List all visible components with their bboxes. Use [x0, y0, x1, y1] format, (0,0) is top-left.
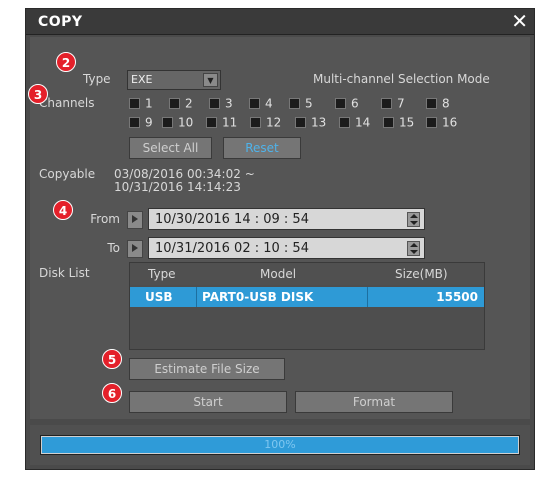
checkbox-icon [129, 98, 140, 109]
progress-bar: 100% [40, 435, 520, 455]
type-select-value: EXE [131, 73, 153, 86]
callout-marker-3: 3 [28, 84, 48, 104]
from-time-field[interactable]: 10/30/2016 14 : 09 : 54 [127, 208, 425, 230]
callout-marker-4: 4 [53, 200, 73, 220]
checkbox-icon [295, 117, 306, 128]
estimate-file-size-button[interactable]: Estimate File Size [129, 358, 285, 380]
checkbox-icon [129, 117, 140, 128]
checkbox-icon [383, 117, 394, 128]
column-header-type: Type [148, 267, 176, 281]
multi-channel-mode-label: Multi-channel Selection Mode [313, 72, 490, 86]
channel-checkbox-13[interactable]: 13 [295, 115, 326, 130]
chevron-down-icon[interactable]: ▼ [203, 73, 218, 87]
channel-checkbox-7[interactable]: 7 [381, 96, 405, 111]
disk-list-label: Disk List [39, 266, 90, 280]
checkbox-icon [249, 98, 260, 109]
column-divider [196, 287, 197, 307]
flag-icon[interactable] [127, 211, 143, 229]
column-header-model: Model [260, 267, 297, 281]
callout-marker-2: 2 [56, 52, 76, 72]
channel-checkbox-14[interactable]: 14 [339, 115, 370, 130]
dialog-title: COPY [38, 14, 83, 30]
disk-list-header: Type Model Size(MB) [130, 263, 484, 285]
progress-area: 100% [30, 425, 530, 465]
channel-checkbox-9[interactable]: 9 [129, 115, 153, 130]
to-time-value: 10/31/2016 02 : 10 : 54 [155, 241, 309, 256]
copy-dialog: COPY ✕ Type EXE ▼ Multi-channel Selectio… [25, 8, 535, 470]
title-bar: COPY ✕ [26, 9, 534, 35]
checkbox-icon [426, 117, 437, 128]
checkbox-icon [339, 117, 350, 128]
checkbox-icon [335, 98, 346, 109]
disk-type-cell: USB [145, 290, 173, 304]
channel-checkbox-6[interactable]: 6 [335, 96, 359, 111]
reset-button[interactable]: Reset [223, 137, 301, 159]
to-time-field[interactable]: 10/31/2016 02 : 10 : 54 [127, 237, 425, 259]
from-label: From [90, 212, 120, 226]
channel-checkbox-5[interactable]: 5 [289, 96, 313, 111]
type-label: Type [83, 72, 111, 86]
checkbox-icon [250, 117, 261, 128]
type-select[interactable]: EXE ▼ [127, 70, 221, 90]
checkbox-icon [289, 98, 300, 109]
callout-marker-6: 6 [102, 383, 122, 403]
channel-checkbox-8[interactable]: 8 [426, 96, 450, 111]
start-button[interactable]: Start [129, 391, 287, 413]
channel-checkbox-11[interactable]: 11 [206, 115, 237, 130]
spinner-icon[interactable] [407, 212, 420, 227]
format-button[interactable]: Format [295, 391, 453, 413]
channel-checkbox-4[interactable]: 4 [249, 96, 273, 111]
channel-checkbox-10[interactable]: 10 [162, 115, 193, 130]
flag-icon[interactable] [127, 240, 143, 258]
column-divider [367, 287, 368, 307]
channel-checkbox-16[interactable]: 16 [426, 115, 457, 130]
copyable-start-time: 03/08/2016 00:34:02 ~ [114, 167, 255, 181]
copyable-label: Copyable [39, 167, 96, 181]
checkbox-icon [209, 98, 220, 109]
channels-label: Channels [39, 96, 95, 110]
close-icon[interactable]: ✕ [511, 10, 528, 32]
progress-label: 100% [264, 438, 296, 451]
column-header-size: Size(MB) [395, 267, 448, 281]
channel-checkbox-3[interactable]: 3 [209, 96, 233, 111]
checkbox-icon [162, 117, 173, 128]
callout-marker-5: 5 [102, 349, 122, 369]
spinner-icon[interactable] [407, 241, 420, 256]
to-label: To [107, 241, 120, 255]
checkbox-icon [381, 98, 392, 109]
disk-size-cell: 15500 [436, 290, 478, 304]
select-all-button[interactable]: Select All [129, 137, 212, 159]
checkbox-icon [206, 117, 217, 128]
from-time-value: 10/30/2016 14 : 09 : 54 [155, 212, 309, 227]
disk-model-cell: PART0-USB DISK [202, 290, 314, 304]
checkbox-icon [426, 98, 437, 109]
copyable-end-time: 10/31/2016 14:14:23 [114, 180, 241, 194]
channel-checkbox-2[interactable]: 2 [169, 96, 193, 111]
channel-checkbox-15[interactable]: 15 [383, 115, 414, 130]
channel-checkbox-1[interactable]: 1 [129, 96, 153, 111]
table-row[interactable]: USB PART0-USB DISK 15500 [130, 287, 484, 307]
checkbox-icon [169, 98, 180, 109]
disk-list-table: Type Model Size(MB) USB PART0-USB DISK 1… [129, 262, 485, 350]
channel-checkbox-12[interactable]: 12 [250, 115, 281, 130]
